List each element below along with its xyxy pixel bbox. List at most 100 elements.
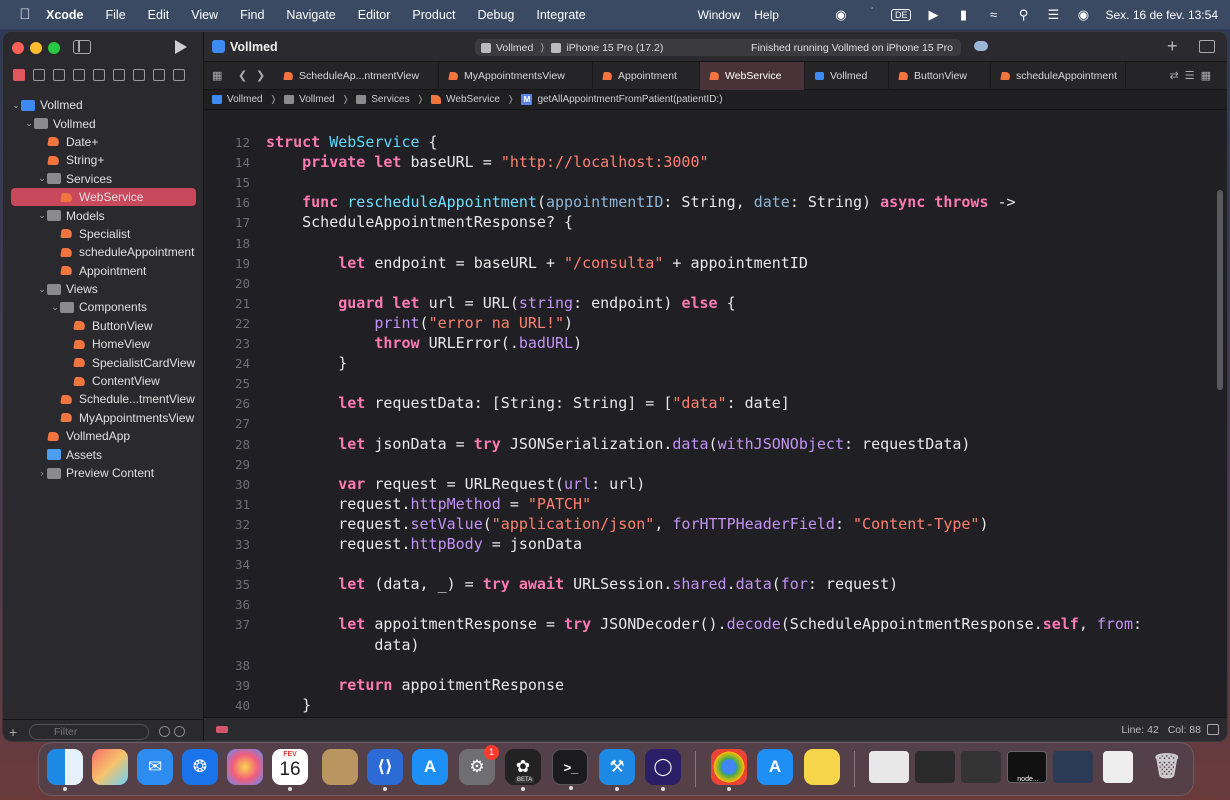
- code-line[interactable]: data): [266, 636, 419, 654]
- code-line[interactable]: throw URLError(.badURL): [266, 334, 582, 352]
- chevron-down-icon[interactable]: ⌄: [37, 173, 47, 184]
- wifi-icon[interactable]: ≈: [985, 7, 1001, 22]
- xcode-icon[interactable]: ⚒: [599, 749, 635, 791]
- source-control-filter-icon[interactable]: [174, 726, 185, 737]
- mail-icon[interactable]: ✉: [137, 749, 173, 785]
- terminal-icon[interactable]: >_: [552, 749, 588, 790]
- chevron-down-icon[interactable]: ⌄: [11, 100, 21, 111]
- menu-app[interactable]: Xcode: [46, 8, 84, 22]
- add-file-icon[interactable]: +: [9, 724, 23, 740]
- cloud-icon[interactable]: [974, 41, 988, 51]
- menu-edit[interactable]: Edit: [148, 8, 170, 22]
- close-window-button[interactable]: [12, 42, 24, 54]
- code-line[interactable]: print("error na URL!"): [266, 314, 573, 332]
- menu-product[interactable]: Product: [412, 8, 455, 22]
- navigator-item[interactable]: String+: [3, 151, 204, 169]
- navigator-item[interactable]: › Preview Content: [3, 464, 204, 482]
- code-line[interactable]: ScheduleAppointmentResponse? {: [266, 213, 573, 231]
- menu-editor[interactable]: Editor: [358, 8, 391, 22]
- code-line[interactable]: }: [266, 354, 347, 372]
- debug-navigator-icon[interactable]: [133, 69, 145, 81]
- source-control-icon[interactable]: [33, 69, 45, 81]
- chevron-right-icon[interactable]: ›: [37, 468, 47, 478]
- navigator-item[interactable]: WebService: [11, 187, 196, 207]
- find-navigator-icon[interactable]: [73, 69, 85, 81]
- editor-scrollbar[interactable]: [1217, 190, 1223, 390]
- code-line[interactable]: request.httpBody = jsonData: [266, 535, 582, 553]
- library-plus-icon[interactable]: +: [1167, 36, 1178, 57]
- breadcrumb-item[interactable]: Vollmed: [284, 94, 335, 105]
- code-line[interactable]: private let baseURL = "http://localhost:…: [266, 153, 708, 171]
- menu-help[interactable]: Help: [754, 8, 779, 22]
- navigator-item[interactable]: scheduleAppointment: [3, 243, 204, 261]
- chevron-down-icon[interactable]: ⌄: [50, 302, 60, 313]
- photos-icon[interactable]: [227, 749, 263, 785]
- code-line[interactable]: let requestData: [String: String] = ["da…: [266, 394, 790, 412]
- notes-icon[interactable]: [804, 749, 840, 785]
- siri-icon[interactable]: ◉: [1075, 7, 1091, 23]
- code-line[interactable]: let jsonData = try JSONSerialization.dat…: [266, 435, 970, 453]
- navigator-item[interactable]: Assets: [3, 445, 204, 463]
- navigator-item[interactable]: ⌄ Models: [3, 206, 204, 224]
- menu-debug[interactable]: Debug: [478, 8, 515, 22]
- code-editor[interactable]: 12 14 15 16 17 18 19 20 21 22 23 24 25 26 27 28 29 30 31 32…: [204, 110, 1227, 719]
- editor-tab[interactable]: ButtonView: [889, 62, 991, 90]
- navigator-item[interactable]: ⌄ Components: [3, 298, 204, 316]
- calendar-icon[interactable]: FEV 16: [272, 749, 308, 791]
- menu-window[interactable]: Window: [698, 8, 741, 22]
- menu-navigate[interactable]: Navigate: [286, 8, 335, 22]
- chevron-down-icon[interactable]: ⌄: [37, 284, 47, 295]
- window-thumbnail-node[interactable]: node...: [1007, 751, 1047, 783]
- window-thumbnail[interactable]: [915, 751, 955, 783]
- code-line[interactable]: let (data, _) = try await URLSession.sha…: [266, 575, 898, 593]
- finder-icon[interactable]: [47, 749, 83, 791]
- editor-tab[interactable]: Appointment: [593, 62, 700, 90]
- navigator-item[interactable]: ⌄ Vollmed: [3, 96, 204, 114]
- navigator-item[interactable]: Schedule...tmentView: [3, 390, 204, 408]
- activity-view[interactable]: Vollmed ⟩ iPhone 15 Pro (17.2) Finished …: [475, 39, 961, 56]
- show-debug-area-icon[interactable]: [1207, 724, 1219, 735]
- issue-navigator-icon[interactable]: [93, 69, 105, 81]
- app-store-dev-icon[interactable]: A: [757, 749, 793, 785]
- minimize-window-button[interactable]: [30, 42, 42, 54]
- zoom-window-button[interactable]: [48, 42, 60, 54]
- simulator-icon[interactable]: ◯: [645, 749, 681, 791]
- navigator-item[interactable]: ButtonView: [3, 317, 204, 335]
- recent-files-icon[interactable]: [159, 726, 170, 737]
- play-circle-icon[interactable]: ▶: [925, 7, 941, 23]
- scheme-name[interactable]: Vollmed: [496, 42, 533, 54]
- safari-icon[interactable]: ❂: [182, 749, 218, 785]
- navigator-item[interactable]: ⌄ Vollmed: [3, 114, 204, 132]
- editor-tab[interactable]: WebService: [700, 62, 805, 90]
- folder-navigator-icon[interactable]: [13, 69, 25, 81]
- navigator-item[interactable]: VollmedApp: [3, 427, 204, 445]
- grid-icon[interactable]: ▦: [212, 69, 222, 82]
- navigator-item[interactable]: Appointment: [3, 262, 204, 280]
- sidebar-toggle-icon[interactable]: [73, 40, 91, 54]
- apple-icon[interactable]: : [16, 6, 34, 23]
- forward-icon[interactable]: ❯: [256, 69, 265, 82]
- menu-clock[interactable]: Sex. 16 de fev. 13:54: [1105, 8, 1218, 22]
- menu-find[interactable]: Find: [240, 8, 264, 22]
- battery-icon[interactable]: ▮: [955, 7, 971, 23]
- breadcrumb-item[interactable]: Services: [356, 94, 410, 105]
- bluetooth-icon[interactable]: ۛ: [863, 7, 879, 23]
- code-line[interactable]: request.httpMethod = "PATCH": [266, 495, 591, 513]
- chatgpt-icon[interactable]: ✿ BETA: [505, 749, 541, 791]
- code-line[interactable]: func rescheduleAppointment(appointmentID…: [266, 193, 1015, 211]
- run-destination[interactable]: iPhone 15 Pro (17.2): [566, 42, 663, 54]
- editor-options-icons[interactable]: ⇄☰▦: [1170, 69, 1217, 82]
- bookmark-icon[interactable]: [53, 69, 65, 81]
- editor-tab[interactable]: Vollmed: [805, 62, 889, 90]
- menu-integrate[interactable]: Integrate: [536, 8, 585, 22]
- contacts-icon[interactable]: [322, 749, 358, 785]
- chrome-icon[interactable]: [711, 749, 747, 791]
- navigator-item[interactable]: MyAppointmentsView: [3, 409, 204, 427]
- breadcrumb-item[interactable]: MgetAllAppointmentFromPatient(patientID:…: [521, 94, 723, 105]
- project-title[interactable]: Vollmed: [230, 40, 278, 54]
- navigator-item[interactable]: ContentView: [3, 372, 204, 390]
- filter-input[interactable]: Filter: [29, 723, 149, 740]
- report-navigator-icon[interactable]: [173, 69, 185, 81]
- navigator-item[interactable]: Specialist: [3, 225, 204, 243]
- navigator-item[interactable]: ⌄ Services: [3, 170, 204, 188]
